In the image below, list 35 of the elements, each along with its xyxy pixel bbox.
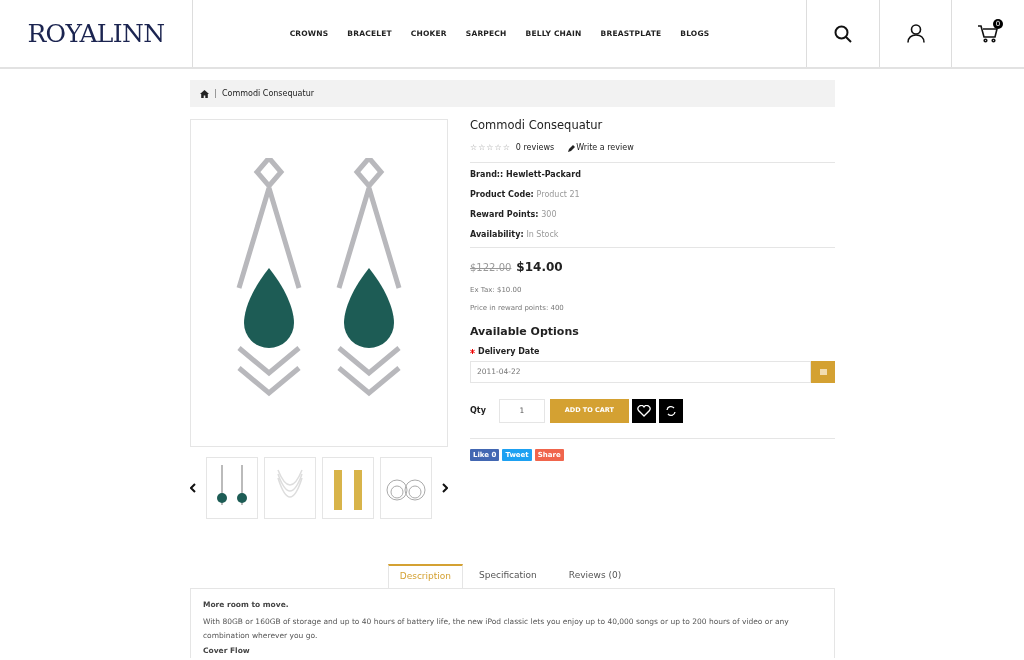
star-icon: ☆ — [478, 142, 486, 155]
options-heading: Available Options — [470, 324, 580, 341]
compare-button[interactable] — [658, 398, 683, 423]
cart-icon[interactable] — [978, 24, 998, 43]
price: $14.00 — [516, 259, 563, 277]
logo[interactable]: ROYALINN — [27, 14, 165, 53]
star-icon: ☆ — [470, 142, 478, 155]
star-icon: ☆ — [494, 142, 502, 155]
calendar-icon — [819, 368, 827, 376]
field-label: Delivery Date — [478, 345, 540, 358]
wishlist-button[interactable] — [631, 398, 656, 423]
user-icon[interactable] — [906, 24, 925, 43]
breadcrumb-link[interactable]: Commodi Consequatur — [222, 87, 314, 100]
tab[interactable]: Specification — [463, 564, 553, 588]
thumbnail[interactable] — [264, 457, 316, 519]
pencil-icon — [568, 144, 576, 152]
detail-row-text: Availability: In Stock — [470, 229, 560, 242]
thumbnail[interactable] — [322, 457, 374, 519]
detail-row-text: Reward Points: 300 — [470, 209, 558, 222]
heart-icon — [636, 404, 651, 417]
detail-row-text: Product Code: Product 21 — [470, 189, 581, 202]
product-title: Commodi Consequatur — [470, 117, 604, 134]
thumbnail[interactable] — [380, 457, 432, 519]
thumbnail[interactable] — [206, 457, 258, 519]
refresh-icon — [664, 404, 677, 417]
tab[interactable]: Reviews (0) — [552, 564, 638, 588]
write-review-link[interactable]: Write a review — [576, 142, 634, 155]
qty-label: Qty — [470, 404, 486, 417]
reviews-link[interactable]: 0 reviews — [515, 142, 555, 155]
detail-row-text: Brand:: Hewlett-Packard — [470, 169, 582, 182]
search-icon[interactable] — [834, 24, 852, 43]
old-price: $122.00 — [470, 261, 512, 276]
star-icon: ☆ — [486, 142, 494, 155]
star-icon: ☆ — [502, 142, 510, 155]
home-icon[interactable] — [200, 89, 209, 98]
